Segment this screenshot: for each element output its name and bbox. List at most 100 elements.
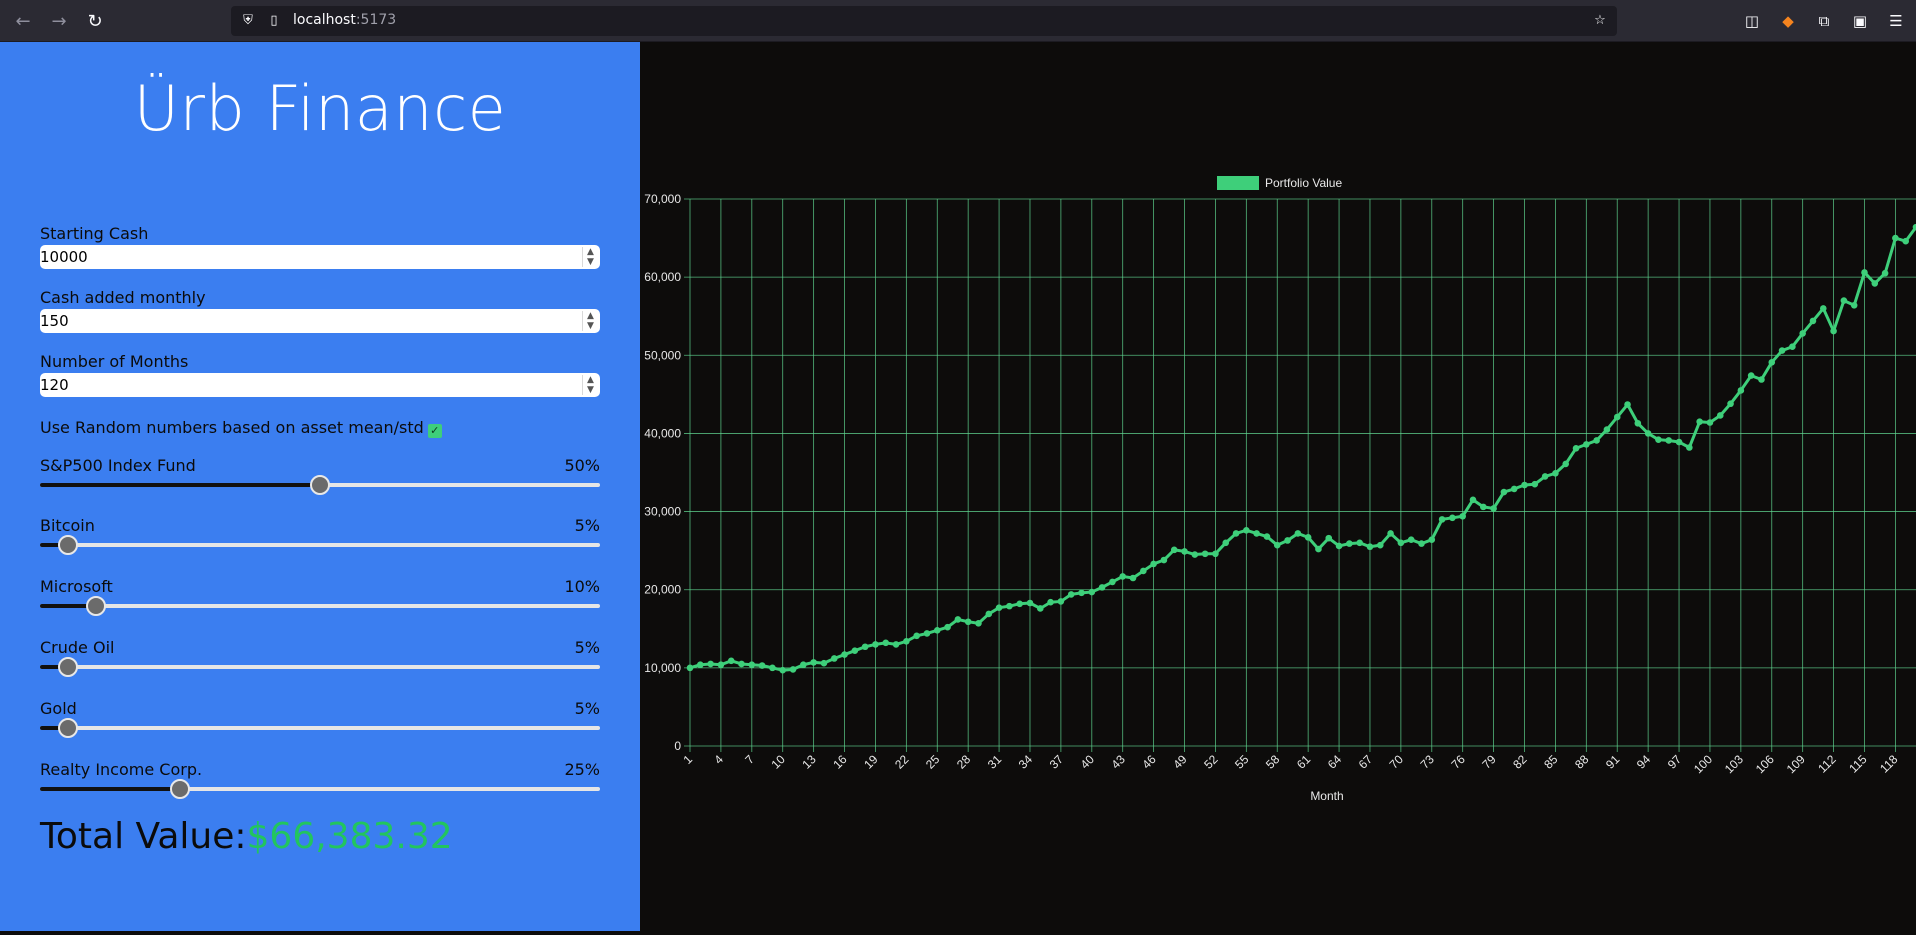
data-point[interactable]	[1716, 412, 1724, 419]
data-point[interactable]	[1861, 269, 1868, 276]
data-point[interactable]	[727, 657, 735, 665]
slider-thumb[interactable]	[58, 718, 78, 738]
stepper-icon[interactable]: ▲ ▼	[582, 311, 598, 331]
data-point[interactable]	[1603, 426, 1611, 433]
url-text[interactable]: localhost:5173	[293, 12, 396, 28]
stepper-icon[interactable]: ▲ ▼	[582, 375, 598, 395]
slider-track[interactable]	[40, 718, 600, 738]
data-point[interactable]	[1510, 485, 1518, 493]
menu-icon[interactable]: ☰	[1885, 10, 1907, 32]
data-point[interactable]	[1758, 376, 1765, 383]
address-bar[interactable]: ⛨ ▯ localhost:5173 ☆	[231, 6, 1617, 36]
data-point[interactable]	[1737, 387, 1745, 394]
data-point[interactable]	[820, 659, 828, 667]
data-point[interactable]	[1593, 437, 1600, 444]
data-point[interactable]	[1376, 541, 1384, 549]
data-point[interactable]	[964, 618, 972, 626]
data-point[interactable]	[810, 659, 817, 666]
data-point[interactable]	[1479, 503, 1487, 511]
reload-icon[interactable]: ↻	[82, 9, 108, 35]
data-point[interactable]	[1819, 305, 1827, 312]
data-point[interactable]	[1016, 600, 1023, 608]
data-point[interactable]	[1727, 400, 1734, 408]
data-point[interactable]	[1006, 602, 1013, 610]
data-point[interactable]	[1150, 560, 1157, 568]
slider-track[interactable]	[40, 475, 600, 495]
data-point[interactable]	[1201, 550, 1209, 558]
months-input[interactable]: 120 ▲ ▼	[40, 373, 600, 397]
slider-thumb[interactable]	[310, 475, 330, 495]
data-point[interactable]	[1747, 372, 1755, 379]
monthly-cash-input[interactable]: 150 ▲ ▼	[40, 309, 600, 333]
data-point[interactable]	[1624, 401, 1631, 408]
data-point[interactable]	[1541, 473, 1549, 480]
data-point[interactable]	[1315, 545, 1322, 553]
data-point[interactable]	[738, 660, 745, 668]
data-point[interactable]	[789, 666, 797, 673]
data-point[interactable]	[861, 643, 869, 651]
data-point[interactable]	[1284, 537, 1291, 544]
data-point[interactable]	[1428, 536, 1436, 544]
data-point[interactable]	[1799, 330, 1806, 337]
data-point[interactable]	[1222, 539, 1230, 547]
data-point[interactable]	[892, 641, 900, 648]
data-point[interactable]	[1562, 460, 1570, 468]
data-point[interactable]	[1243, 527, 1250, 534]
stepper-icon[interactable]: ▲ ▼	[582, 247, 598, 267]
metamask-fox-icon[interactable]: ◆	[1777, 10, 1799, 32]
data-point[interactable]	[1655, 436, 1662, 443]
slider-track[interactable]	[40, 535, 600, 555]
data-point[interactable]	[1407, 536, 1415, 544]
random-numbers-checkbox[interactable]: ✓	[427, 424, 442, 438]
data-point[interactable]	[1047, 598, 1054, 606]
data-point[interactable]	[975, 620, 982, 627]
data-point[interactable]	[1634, 419, 1642, 427]
data-point[interactable]	[1191, 551, 1199, 558]
data-point[interactable]	[1840, 297, 1848, 304]
slider-track[interactable]	[40, 596, 600, 616]
bookmark-star-icon[interactable]: ☆	[1591, 12, 1609, 30]
data-point[interactable]	[933, 627, 941, 634]
data-point[interactable]	[1809, 317, 1817, 325]
data-point[interactable]	[1232, 530, 1240, 537]
data-point[interactable]	[872, 641, 879, 648]
data-point[interactable]	[1067, 591, 1075, 598]
data-point[interactable]	[800, 661, 807, 669]
data-point[interactable]	[995, 604, 1003, 611]
data-point[interactable]	[1469, 496, 1477, 504]
data-point[interactable]	[851, 647, 859, 654]
starting-cash-input[interactable]: 10000 ▲ ▼	[40, 245, 600, 269]
data-point[interactable]	[1098, 584, 1106, 591]
data-point[interactable]	[1181, 548, 1188, 555]
data-point[interactable]	[1140, 567, 1147, 575]
forward-arrow-icon[interactable]: →	[46, 9, 72, 35]
data-point[interactable]	[707, 660, 714, 668]
data-point[interactable]	[882, 639, 890, 647]
data-point[interactable]	[1665, 437, 1673, 444]
data-point[interactable]	[1500, 488, 1508, 496]
data-point[interactable]	[1263, 533, 1271, 540]
data-point[interactable]	[913, 632, 920, 640]
data-point[interactable]	[1675, 438, 1683, 446]
data-point[interactable]	[1572, 444, 1580, 452]
data-point[interactable]	[1253, 530, 1260, 537]
slider-thumb[interactable]	[58, 535, 78, 555]
data-point[interactable]	[841, 651, 848, 658]
data-point[interactable]	[769, 664, 776, 672]
data-point[interactable]	[697, 661, 704, 669]
data-point[interactable]	[1036, 605, 1044, 612]
extension-icon[interactable]: ▣	[1849, 10, 1871, 32]
data-point[interactable]	[1325, 534, 1333, 542]
data-point[interactable]	[1789, 343, 1796, 350]
data-point[interactable]	[1902, 237, 1909, 245]
data-point[interactable]	[923, 630, 931, 637]
data-point[interactable]	[1850, 301, 1858, 309]
data-point[interactable]	[1449, 514, 1456, 522]
data-point[interactable]	[903, 637, 910, 645]
data-point[interactable]	[1613, 413, 1621, 421]
data-point[interactable]	[1871, 280, 1879, 287]
data-point[interactable]	[1335, 542, 1343, 550]
data-point[interactable]	[1366, 543, 1374, 551]
data-point[interactable]	[1273, 541, 1281, 549]
data-point[interactable]	[686, 664, 694, 672]
